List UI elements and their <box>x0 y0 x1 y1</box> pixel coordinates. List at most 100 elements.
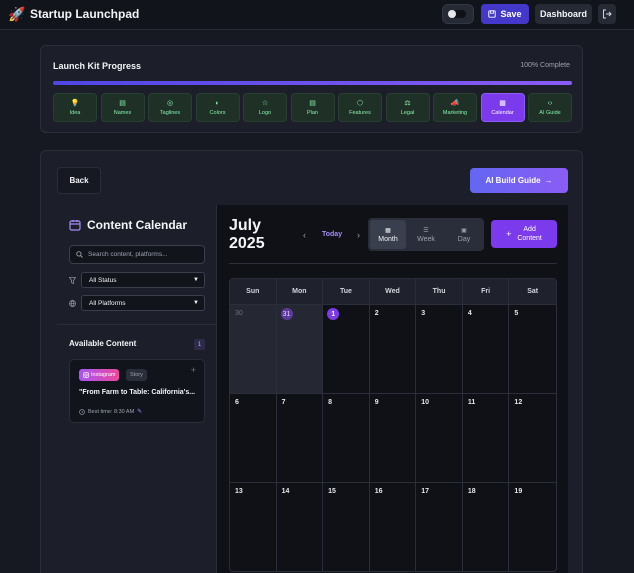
view-switch: ▦ Month ☰ Week ▣ Day <box>368 218 484 251</box>
chevron-right-icon[interactable]: › <box>357 230 360 240</box>
day-number: 5 <box>514 310 519 317</box>
chevron-left-icon[interactable]: ‹ <box>303 230 306 240</box>
calendar-day-cell[interactable]: 16 <box>370 483 417 571</box>
calendar-day-cell[interactable]: 15 <box>323 483 370 571</box>
best-time: Best time: 8:30 AM ✎ <box>79 408 142 415</box>
globe-icon <box>69 299 76 307</box>
star-icon: ☆ <box>261 99 269 107</box>
view-label: Day <box>457 235 471 243</box>
calendar-day-cell[interactable]: 1 <box>323 305 370 393</box>
calendar-day-cell[interactable]: 6 <box>230 394 277 482</box>
day-number: 12 <box>514 399 523 406</box>
day-number: 19 <box>514 488 523 495</box>
week-view-icon: ☰ <box>423 227 429 234</box>
day-number: 15 <box>328 488 336 495</box>
available-count-badge: 1 <box>194 339 205 350</box>
calendar-day-cell[interactable]: 10 <box>416 394 463 482</box>
add-icon[interactable]: + <box>191 365 196 375</box>
calendar-day-cell[interactable]: 5 <box>509 305 556 393</box>
today-button[interactable]: Today <box>322 231 342 238</box>
step-label: Colors <box>209 109 226 116</box>
search-box[interactable] <box>69 245 205 264</box>
calendar-day-cell[interactable]: 9 <box>370 394 417 482</box>
rocket-icon: 🚀 <box>8 6 26 22</box>
sidebar-title: Content Calendar <box>87 218 188 232</box>
back-button[interactable]: Back <box>57 167 101 194</box>
step-legal[interactable]: ⚖ Legal <box>385 93 430 122</box>
status-select[interactable]: All Status ▼ <box>81 272 205 288</box>
day-number: 3 <box>421 310 426 317</box>
scale-icon: ⚖ <box>404 99 411 107</box>
calendar-day-cell[interactable]: 3 <box>416 305 463 393</box>
calendar-day-cell[interactable]: 7 <box>277 394 324 482</box>
calendar-day-cell[interactable]: 2 <box>370 305 417 393</box>
view-day-button[interactable]: ▣ Day <box>446 220 482 249</box>
weekday-fri: Fri <box>463 279 510 304</box>
calendar-week-row: 13 14 15 16 17 18 19 <box>230 482 556 571</box>
day-number: 13 <box>235 488 243 495</box>
calendar-day-cell[interactable]: 17 <box>416 483 463 571</box>
top-bar: 🚀 Startup Launchpad Save Dashboard <box>0 0 634 30</box>
view-week-button[interactable]: ☰ Week <box>408 220 444 249</box>
weekday-tue: Tue <box>323 279 370 304</box>
calendar-day-cell[interactable]: 13 <box>230 483 277 571</box>
weekday-thu: Thu <box>416 279 463 304</box>
progress-percent: 100% Complete <box>520 62 570 69</box>
content-card[interactable]: Instagram Story + "From Farm to Table: C… <box>69 359 205 423</box>
document-icon: ▤ <box>119 99 126 107</box>
step-logo[interactable]: ☆ Logo <box>243 93 287 122</box>
step-marketing[interactable]: 📣 Marketing <box>433 93 477 122</box>
step-idea[interactable]: 💡 Idea <box>53 93 97 122</box>
view-month-button[interactable]: ▦ Month <box>370 220 406 249</box>
view-label: Month <box>378 235 398 243</box>
day-number: 7 <box>281 399 286 406</box>
progress-fill <box>53 81 572 85</box>
status-select-value: All Status <box>89 276 117 284</box>
day-number: 6 <box>235 399 239 406</box>
add-content-button[interactable]: + Add Content <box>491 220 557 248</box>
calendar-day-cell[interactable]: 8 <box>323 394 370 482</box>
search-icon <box>76 251 83 258</box>
dashboard-button[interactable]: Dashboard <box>535 4 592 24</box>
content-title: "From Farm to Table: California's... <box>79 389 196 396</box>
calendar-week-row: 30 31 1 2 3 4 5 <box>230 304 556 393</box>
calendar-day-cell[interactable]: 31 <box>276 305 324 393</box>
calendar-day-cell[interactable]: 11 <box>463 394 510 482</box>
save-button[interactable]: Save <box>481 4 529 24</box>
calendar-day-cell[interactable]: 19 <box>509 483 556 571</box>
step-label: Taglines <box>159 109 181 116</box>
calendar-day-cell[interactable]: 30 <box>230 305 277 393</box>
step-ai-guide[interactable]: ‹› AI Guide <box>528 93 572 122</box>
step-plan[interactable]: ▤ Plan <box>290 93 335 122</box>
step-taglines[interactable]: ◎ Taglines <box>148 93 192 122</box>
month-view-icon: ▦ <box>385 227 391 234</box>
search-input[interactable] <box>88 251 198 258</box>
day-number: 30 <box>235 310 243 317</box>
step-calendar[interactable]: ▦ Calendar <box>480 93 525 122</box>
calendar-day-cell[interactable]: 18 <box>463 483 510 571</box>
calendar-day-cell[interactable]: 14 <box>277 483 324 571</box>
theme-toggle[interactable] <box>442 4 474 24</box>
bulb-icon: 💡 <box>70 99 80 107</box>
main-card: Back AI Build Guide → Content Calendar A… <box>40 150 583 573</box>
day-number: 14 <box>281 488 290 495</box>
box-icon: ⬡ <box>356 99 364 107</box>
step-colors[interactable]: ◐ Colors <box>195 93 240 122</box>
day-number: 4 <box>467 310 472 317</box>
platform-select[interactable]: All Platforms ▼ <box>81 295 205 311</box>
type-tag: Story <box>126 369 147 381</box>
arrow-right-icon: → <box>544 176 553 185</box>
step-names[interactable]: ▤ Names <box>100 93 145 122</box>
ai-build-guide-button[interactable]: AI Build Guide → <box>470 168 568 193</box>
progress-bar <box>53 81 572 85</box>
calendar-day-cell[interactable]: 4 <box>463 305 510 393</box>
weekday-mon: Mon <box>277 279 324 304</box>
step-features[interactable]: ⬡ Features <box>338 93 382 122</box>
day-number: 8 <box>328 399 333 406</box>
toggle-knob <box>448 10 456 18</box>
logout-button[interactable] <box>598 4 616 24</box>
file-icon: ▤ <box>309 99 316 107</box>
calendar-day-cell[interactable]: 12 <box>509 394 556 482</box>
step-label: AI Guide <box>539 109 561 116</box>
content-sidebar: Content Calendar All Status ▼ All Platfo… <box>57 205 217 573</box>
